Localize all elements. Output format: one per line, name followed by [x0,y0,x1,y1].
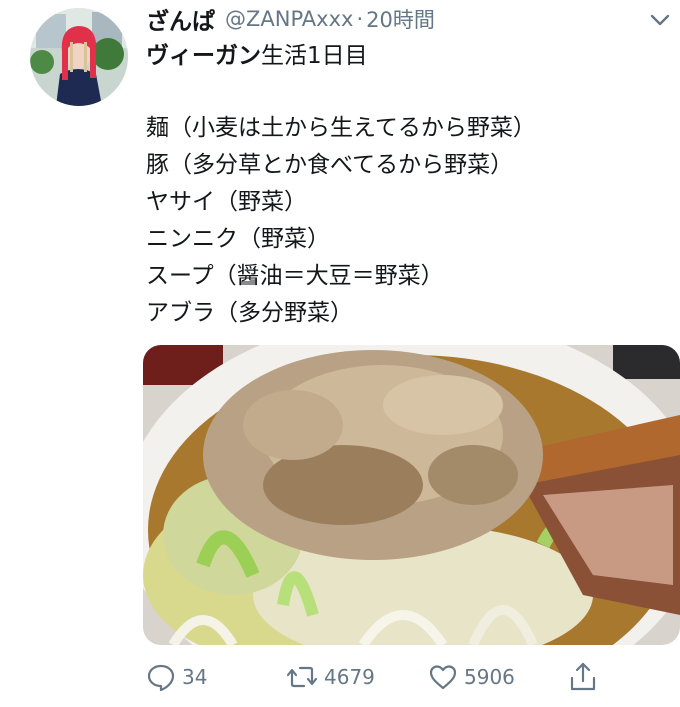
retweet-count: 4679 [324,665,375,689]
body-line: ヤサイ（野菜） [146,189,307,215]
body-line: スープ（醤油＝大豆＝野菜） [146,263,444,289]
tweet-body: 麺（小麦は土から生えてるから野菜） 豚（多分草とか食べてるから野菜） ヤサイ（野… [146,110,536,332]
body-line: 麺（小麦は土から生えてるから野菜） [146,115,536,141]
body-line: 豚（多分草とか食べてるから野菜） [146,152,514,178]
tweet-card: ざんぱ @ZANPAxxx · 20時間 ヴィーガン生活1日目 麺（小麦は土から… [0,0,680,707]
ramen-photo [143,345,680,645]
reply-count: 34 [182,665,208,689]
chevron-down-icon[interactable] [650,12,670,26]
heart-outline-icon [429,665,457,690]
avatar-image [30,8,128,106]
title-rest-text: 生活1日目 [261,43,368,69]
share-button[interactable] [568,655,598,699]
tweet-actions: 34 4679 5906 [146,655,666,699]
share-upload-icon [570,662,596,691]
tweet-photo[interactable] [143,345,680,645]
body-line: ニンニク（野菜） [146,226,330,252]
speech-bubble-icon [147,664,175,692]
retweet-button[interactable]: 4679 [286,655,375,699]
tweet-title-line: ヴィーガン生活1日目 [146,40,368,72]
tweet-header: ざんぱ @ZANPAxxx · 20時間 [146,2,435,36]
retweet-arrows-icon [286,666,318,688]
reply-button[interactable]: 34 [146,655,207,699]
tweet-timestamp[interactable]: 20時間 [366,4,435,34]
body-line: アブラ（多分野菜） [146,300,353,326]
like-button[interactable]: 5906 [428,655,515,699]
separator-dot: · [356,7,364,31]
title-bold-text: ヴィーガン [146,43,261,69]
user-handle[interactable]: @ZANPAxxx [225,7,353,31]
like-count: 5906 [464,665,515,689]
display-name[interactable]: ざんぱ [146,2,215,36]
avatar[interactable] [30,8,128,106]
